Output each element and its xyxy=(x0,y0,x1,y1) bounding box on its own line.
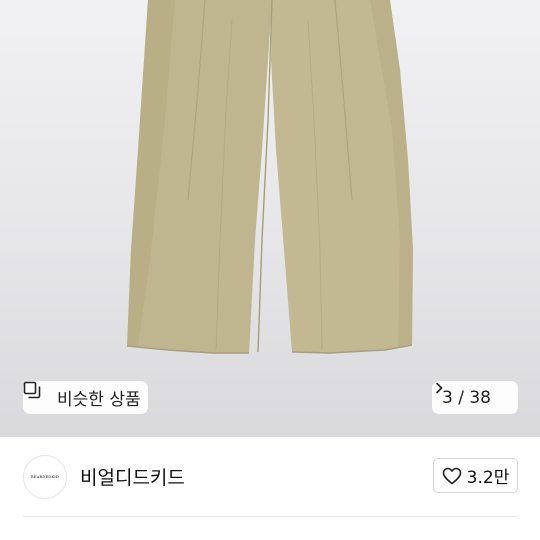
like-button[interactable]: 3.2만 xyxy=(433,458,518,493)
similar-products-button[interactable]: 비슷한 상품 xyxy=(23,381,148,414)
page-counter-text: 3 / 38 xyxy=(442,387,491,408)
similar-products-label: 비슷한 상품 xyxy=(57,390,141,410)
product-image[interactable]: 비슷한 상품 3 / 38 xyxy=(0,0,540,437)
shop-avatar[interactable]: BEARDEDKID xyxy=(23,455,67,499)
shop-name[interactable]: 비얼디드키드 xyxy=(80,463,185,490)
heart-outline-icon xyxy=(442,467,462,485)
section-divider xyxy=(23,516,518,517)
pants-photo xyxy=(126,0,413,354)
shop-info-row: BEARDEDKID 비얼디드키드 3.2만 xyxy=(0,437,540,517)
like-count: 3.2만 xyxy=(466,468,510,488)
similar-items-icon xyxy=(23,381,51,407)
shop-avatar-logo: BEARDEDKID xyxy=(31,475,59,479)
chevron-right-icon xyxy=(436,382,513,405)
image-page-counter[interactable]: 3 / 38 xyxy=(432,381,518,414)
